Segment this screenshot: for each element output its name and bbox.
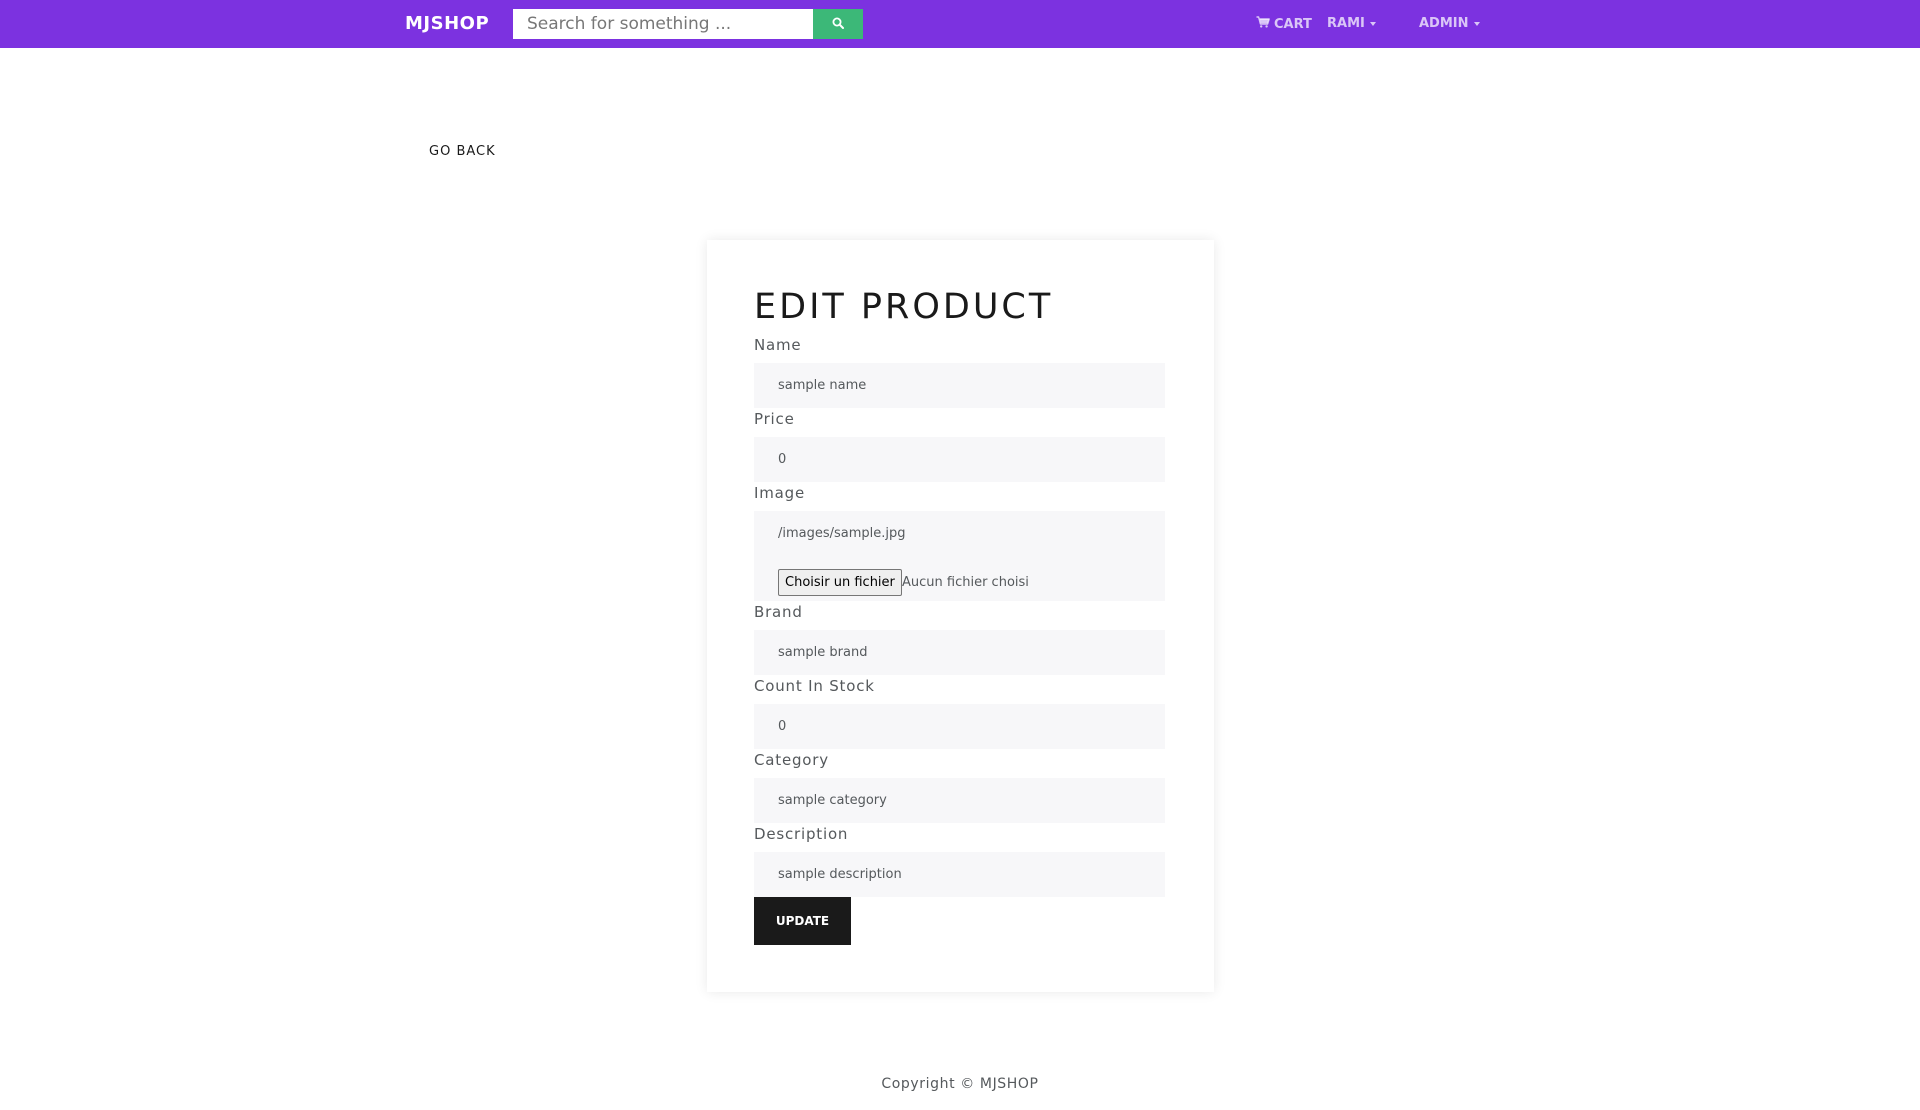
page-title: EDIT PRODUCT [754,287,1054,327]
image-field-group: Choisir un fichier Aucun fichier choisi [754,511,1165,601]
count-in-stock-input[interactable] [754,704,1165,749]
brand-input[interactable] [754,630,1165,675]
name-input[interactable] [754,363,1165,408]
image-path-input[interactable] [754,511,1165,556]
choose-file-button[interactable]: Choisir un fichier [778,569,902,596]
cart-label: CART [1274,16,1312,32]
cart-link[interactable]: CART [1256,16,1312,33]
cart-icon [1256,16,1270,33]
navbar: MJSHOP CART RAMI ADMIN [0,0,1920,48]
search-button[interactable] [813,9,863,39]
go-back-link[interactable]: GO BACK [429,144,496,160]
description-input[interactable] [754,852,1165,897]
category-input[interactable] [754,778,1165,823]
image-label: Image [754,484,805,502]
search-icon [832,17,844,32]
brand-logo[interactable]: MJSHOP [405,14,489,34]
name-label: Name [754,336,802,354]
price-input[interactable] [754,437,1165,482]
price-label: Price [754,410,795,428]
caret-down-icon [1369,22,1376,26]
count-in-stock-label: Count In Stock [754,677,875,695]
footer-copyright: Copyright © MJSHOP [881,1076,1039,1092]
user-menu[interactable]: RAMI [1327,16,1376,32]
description-label: Description [754,825,849,843]
category-label: Category [754,751,829,769]
update-button[interactable]: UPDATE [754,897,851,945]
user-menu-label: RAMI [1327,16,1365,31]
caret-down-icon [1473,22,1480,26]
search-input[interactable] [513,9,813,39]
admin-menu[interactable]: ADMIN [1419,16,1480,32]
admin-menu-label: ADMIN [1419,16,1469,31]
file-status-text: Aucun fichier choisi [902,575,1029,590]
brand-label: Brand [754,603,803,621]
